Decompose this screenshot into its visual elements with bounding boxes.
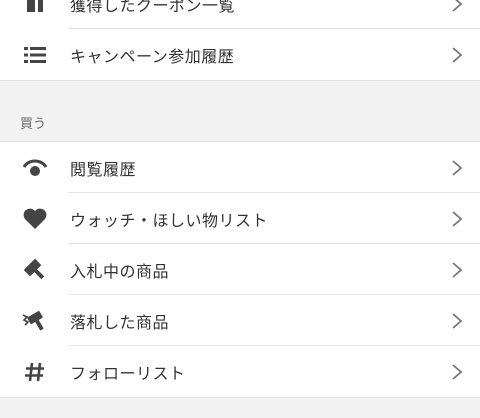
menu-item-watchlist[interactable]: ウォッチ・ほしい物リスト [0, 193, 480, 244]
menu-item-label: フォローリスト [70, 363, 186, 383]
menu-item-label: ウォッチ・ほしい物リスト [70, 210, 269, 230]
chevron-right-icon [434, 0, 480, 13]
chevron-right-icon [434, 363, 480, 381]
menu-item-won-items[interactable]: 落札した商品 [0, 295, 480, 346]
eye-icon [0, 158, 70, 178]
menu-item-label: 獲得したクーポン一覧 [70, 0, 236, 15]
hash-icon [0, 361, 70, 383]
top-menu-group: 獲得したクーポン一覧 キャンペーン参加履歴 [0, 0, 480, 81]
heart-icon [0, 208, 70, 230]
buy-menu-group: 閲覧履歴 ウォッチ・ほしい物リスト 入札中の商品 落札した商品 フォローリスト [0, 141, 480, 398]
section-header-buy: 買う [20, 117, 47, 132]
menu-item-bidding[interactable]: 入札中の商品 [0, 244, 480, 295]
chevron-right-icon [434, 46, 480, 64]
menu-item-follow-list[interactable]: フォローリスト [0, 346, 480, 397]
menu-item-label: 入札中の商品 [70, 261, 170, 281]
settings-list: 獲得したクーポン一覧 キャンペーン参加履歴 買う 閲覧履歴 ウォッチ・ほしい物リ… [0, 0, 480, 418]
chevron-right-icon [434, 159, 480, 177]
coupon-icon [0, 0, 70, 14]
menu-item-label: 落札した商品 [70, 312, 170, 332]
chevron-right-icon [434, 261, 480, 279]
menu-item-coupons[interactable]: 獲得したクーポン一覧 [0, 0, 480, 29]
gavel-icon [0, 258, 70, 282]
menu-item-campaign-history[interactable]: キャンペーン参加履歴 [0, 29, 480, 80]
chevron-right-icon [434, 312, 480, 330]
menu-item-browsing-history[interactable]: 閲覧履歴 [0, 142, 480, 193]
chevron-right-icon [434, 210, 480, 228]
menu-item-label: 閲覧履歴 [70, 159, 137, 179]
menu-item-label: キャンペーン参加履歴 [70, 46, 235, 66]
list-icon [0, 46, 70, 64]
gavel-struck-icon [0, 309, 70, 333]
